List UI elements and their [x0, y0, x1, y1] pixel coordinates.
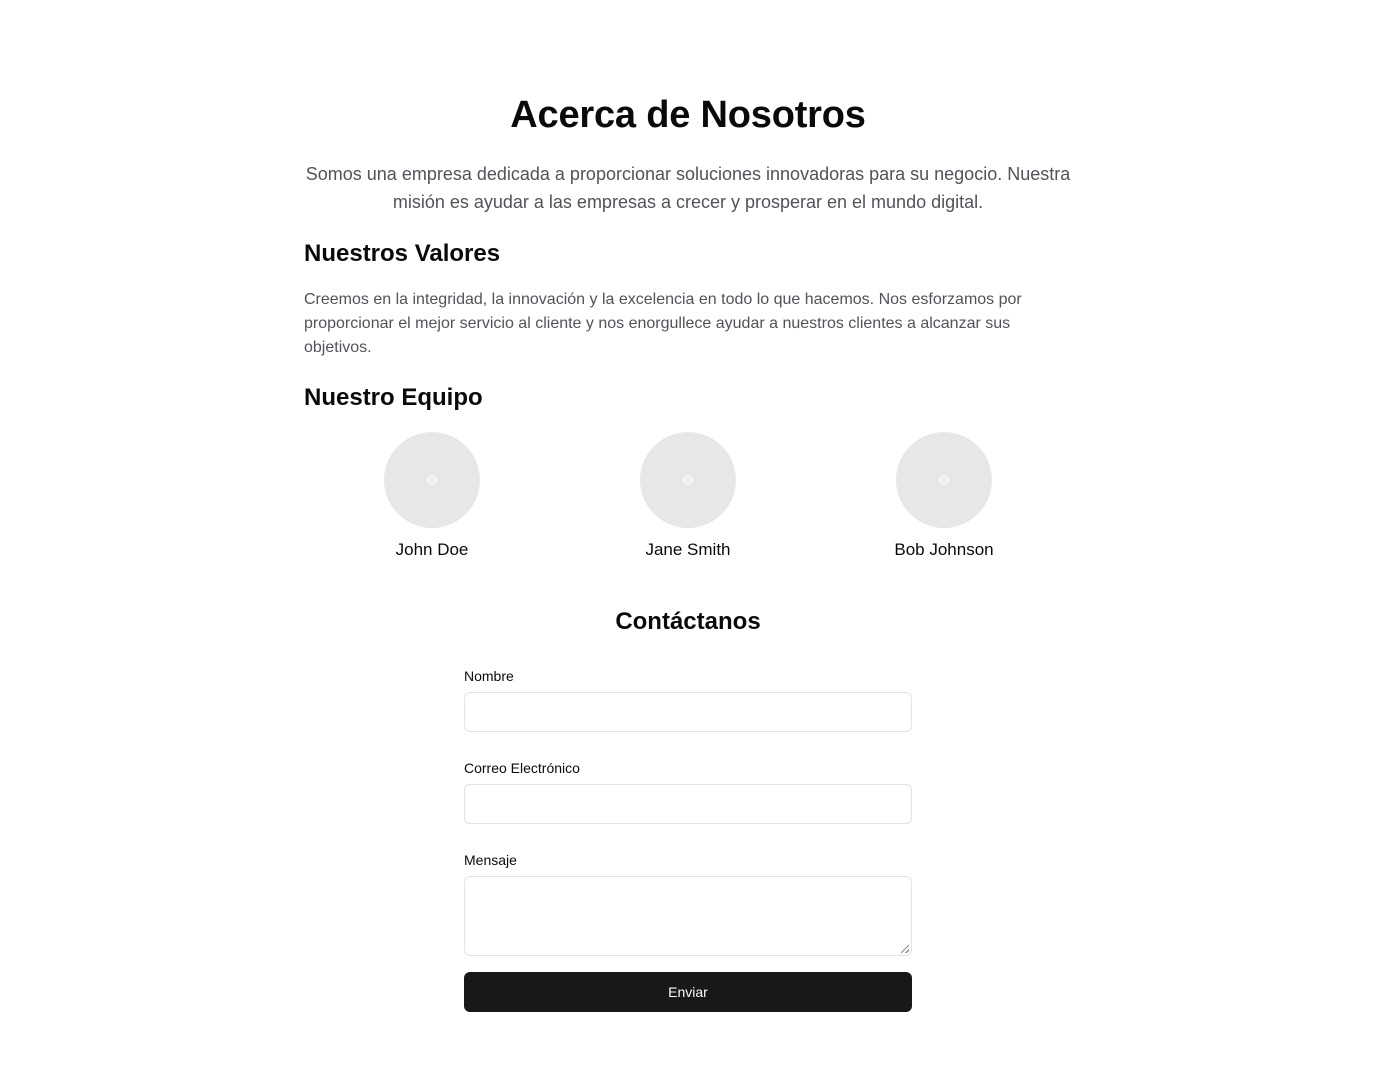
email-field[interactable] — [464, 784, 912, 824]
contact-heading: Contáctanos — [615, 608, 761, 635]
field-gap — [464, 824, 912, 852]
member-name: John Doe — [395, 540, 469, 559]
team-heading: Nuestro Equipo — [304, 384, 483, 411]
resize-handle-icon[interactable] — [901, 945, 909, 953]
avatar — [896, 432, 992, 528]
avatar — [384, 432, 480, 528]
message-label: Mensaje — [464, 852, 517, 868]
avatar-placeholder-icon — [427, 475, 437, 485]
intro-text: Somos una empresa dedicada a proporciona… — [305, 164, 1071, 212]
team-grid: John Doe Jane Smith Bob Johnson — [304, 432, 1072, 560]
name-field[interactable] — [464, 692, 912, 732]
values-text: Creemos en la integridad, la innovación … — [304, 291, 1022, 356]
team-member: John Doe — [304, 432, 560, 560]
message-field[interactable] — [464, 876, 912, 956]
name-label: Nombre — [464, 668, 514, 684]
member-name: Bob Johnson — [894, 540, 994, 559]
avatar — [640, 432, 736, 528]
values-heading: Nuestros Valores — [304, 240, 501, 267]
avatar-placeholder-icon — [683, 475, 693, 485]
team-member: Jane Smith — [560, 432, 816, 560]
submit-button[interactable]: Enviar — [464, 972, 912, 1012]
team-member: Bob Johnson — [816, 432, 1072, 560]
member-name: Jane Smith — [645, 540, 731, 559]
about-page: Acerca de Nosotros Somos una empresa ded… — [0, 0, 1376, 1092]
field-gap — [464, 732, 912, 760]
page-title: Acerca de Nosotros — [510, 94, 866, 136]
contact-form: Nombre Correo Electrónico Mensaje Enviar — [464, 668, 912, 1012]
email-label: Correo Electrónico — [464, 760, 580, 776]
avatar-placeholder-icon — [939, 475, 949, 485]
